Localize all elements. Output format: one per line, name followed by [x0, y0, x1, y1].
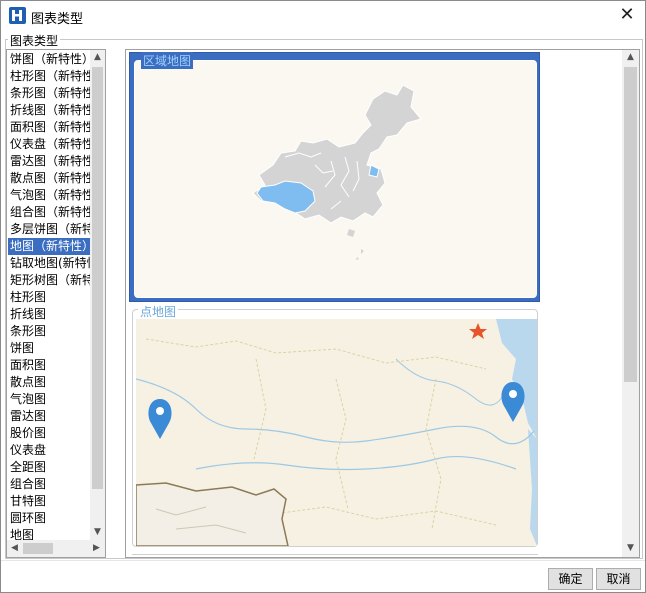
preview-vertical-thumb[interactable]: [624, 67, 637, 382]
scroll-down-icon[interactable]: ▼: [90, 525, 105, 540]
preview-title-region-map: 区域地图: [141, 52, 194, 69]
china-map-icon: [252, 84, 422, 260]
preview-vertical-scrollbar[interactable]: ▲ ▼: [622, 50, 639, 557]
list-vertical-thumb[interactable]: [92, 67, 103, 489]
preview-card-region-map[interactable]: 区域地图: [129, 52, 540, 302]
scroll-left-icon[interactable]: ◀: [7, 541, 22, 556]
ok-button[interactable]: 确定: [548, 568, 593, 590]
preview-title-point-map: 点地图: [138, 303, 179, 320]
list-vertical-scrollbar[interactable]: ▲ ▼: [90, 50, 105, 540]
title-bar[interactable]: 图表类型 ✕: [1, 1, 645, 31]
group-label: 图表类型: [8, 32, 61, 49]
list-horizontal-thumb[interactable]: [23, 543, 53, 554]
scroll-down-icon[interactable]: ▼: [623, 541, 638, 556]
close-icon: ✕: [619, 4, 635, 25]
preview-card-point-map[interactable]: 点地图: [132, 303, 538, 547]
chart-type-list[interactable]: 饼图（新特性） 柱形图（新特性） 条形图（新特性） 折线图（新特性） 面积图（新特性）仪…: [6, 49, 106, 558]
close-button[interactable]: ✕: [615, 4, 639, 28]
point-map-thumbnail: [136, 319, 537, 546]
preview-card-third[interactable]: [132, 554, 538, 557]
window-title: 图表类型: [31, 12, 84, 27]
scroll-up-icon[interactable]: ▲: [90, 50, 105, 65]
scroll-right-icon[interactable]: ▶: [89, 541, 104, 556]
scroll-up-icon[interactable]: ▲: [623, 50, 638, 65]
chart-preview-pane[interactable]: 区域地图 点地图 ▲ ▼: [125, 49, 640, 558]
app-logo-icon: [9, 7, 26, 24]
region-map-thumbnail: 区域地图: [134, 52, 537, 298]
footer-divider: [1, 560, 645, 561]
chart-type-dialog: 图表类型 ✕ 图表类型 饼图（新特性） 柱形图（新特性） 条形图（新特性） 折线图（新…: [0, 0, 646, 593]
cancel-button[interactable]: 取消: [596, 568, 641, 590]
list-horizontal-scrollbar[interactable]: ◀ ▶: [7, 540, 105, 557]
